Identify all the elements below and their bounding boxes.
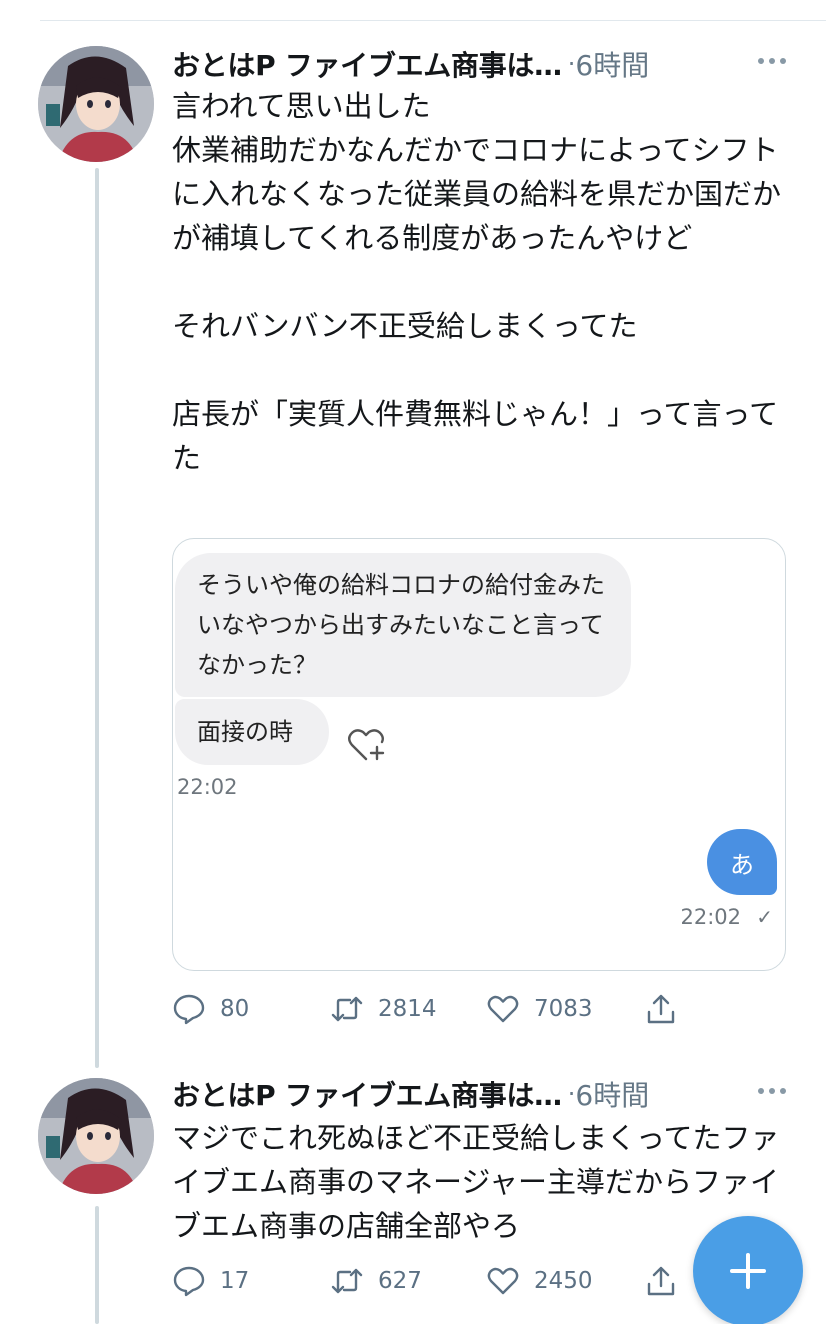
avatar-image — [38, 1078, 154, 1194]
share-icon — [647, 1266, 675, 1296]
tweet-time[interactable]: 6時間 — [575, 1074, 649, 1114]
chat-bubble-incoming: そういや俺の給料コロナの給付金みたいなやつから出すみたいなこと言ってなかった？ — [175, 553, 631, 697]
reply-count: 17 — [220, 1268, 250, 1294]
retweet-icon — [331, 996, 363, 1022]
time-separator: · — [567, 50, 576, 78]
retweet-button[interactable]: 2814 — [330, 987, 437, 1031]
chat-bubble-outgoing: あ — [707, 829, 777, 895]
heart-icon — [487, 995, 519, 1023]
like-count: 7083 — [534, 996, 593, 1022]
tweet-time[interactable]: 6時間 — [575, 44, 649, 84]
retweet-icon — [331, 1268, 363, 1294]
message-time: 22:02 — [177, 775, 238, 799]
tweet-header: おとはP ファイブエム商事は… · 6時間 — [172, 44, 792, 84]
reply-button[interactable]: 80 — [172, 987, 249, 1031]
heart-plus-icon — [348, 729, 385, 761]
compose-button[interactable] — [693, 1216, 803, 1324]
more-options-icon[interactable] — [758, 58, 786, 64]
like-button[interactable]: 2450 — [486, 1259, 593, 1303]
reply-icon — [173, 1266, 205, 1297]
message-time: 22:02 — [680, 905, 741, 929]
reply-count: 80 — [220, 996, 250, 1022]
top-divider — [40, 20, 826, 21]
tweet-header: おとはP ファイブエム商事は… · 6時間 — [172, 1074, 792, 1114]
avatar[interactable] — [38, 46, 154, 162]
retweet-count: 627 — [378, 1268, 422, 1294]
tweet-actions: 80 2814 7083 — [172, 987, 702, 1031]
retweet-count: 2814 — [378, 996, 437, 1022]
avatar[interactable] — [38, 1078, 154, 1194]
retweet-button[interactable]: 627 — [330, 1259, 422, 1303]
share-icon — [647, 994, 675, 1024]
share-button[interactable] — [644, 987, 678, 1031]
author-name[interactable]: おとはP ファイブエム商事は… — [172, 1074, 562, 1114]
author-name[interactable]: おとはP ファイブエム商事は… — [172, 44, 562, 84]
tweet-text: 言われて思い出した 休業補助だかなんだかでコロナによってシフトに入れなくなった従… — [172, 89, 782, 475]
plus-icon — [730, 1253, 766, 1289]
time-separator: · — [567, 1080, 576, 1108]
avatar-image — [38, 46, 154, 162]
share-button[interactable] — [644, 1259, 678, 1303]
more-options-icon[interactable] — [758, 1088, 786, 1094]
thread-line — [95, 168, 99, 1068]
reply-button[interactable]: 17 — [172, 1259, 249, 1303]
tweet-media-image[interactable]: そういや俺の給料コロナの給付金みたいなやつから出すみたいなこと言ってなかった？ … — [172, 538, 786, 971]
heart-icon — [487, 1267, 519, 1295]
tweet-actions: 17 627 2450 — [172, 1259, 702, 1303]
reply-icon — [173, 994, 205, 1025]
like-button[interactable]: 7083 — [486, 987, 593, 1031]
read-check-icon: ✓ — [756, 905, 773, 929]
chat-bubble-incoming: 面接の時 — [175, 699, 329, 765]
like-count: 2450 — [534, 1268, 593, 1294]
thread-line — [95, 1206, 99, 1324]
tweet-text: マジでこれ死ぬほど不正受給しまくってたファイブエム商事のマネージャー主導だからフ… — [172, 1121, 780, 1243]
